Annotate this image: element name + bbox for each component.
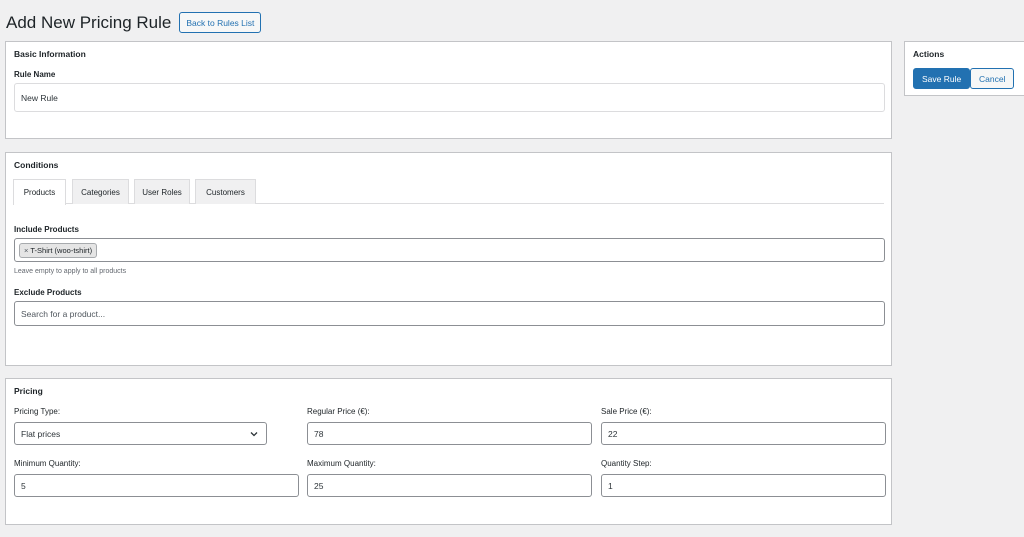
regular-price-input[interactable]: 78	[307, 422, 592, 445]
include-products-field[interactable]: × T-Shirt (woo-tshirt)	[14, 238, 885, 262]
save-rule-button[interactable]: Save Rule	[913, 68, 971, 89]
selected-product-chip[interactable]: × T-Shirt (woo-tshirt)	[19, 242, 98, 258]
rule-name-input[interactable]: New Rule	[14, 83, 885, 112]
cancel-button[interactable]: Cancel	[970, 68, 1015, 89]
exclude-products-input[interactable]: Search for a product...	[14, 301, 885, 326]
page-title: Add New Pricing Rule	[6, 12, 172, 32]
actions-card: Actions Save Rule Cancel	[904, 41, 1024, 96]
tab-customers[interactable]: Customers	[195, 179, 256, 204]
exclude-products-placeholder: Search for a product...	[21, 308, 106, 319]
quantity-step-input[interactable]: 1	[601, 474, 886, 497]
conditions-title: Conditions	[14, 160, 59, 170]
sale-price-input[interactable]: 22	[601, 422, 886, 445]
minimum-quantity-label: Minimum Quantity:	[14, 459, 81, 468]
include-products-hint: Leave empty to apply to all products	[14, 268, 127, 275]
maximum-quantity-label: Maximum Quantity:	[307, 459, 376, 468]
basic-information-card: Basic Information Rule Name New Rule	[5, 41, 892, 139]
pricing-type-select[interactable]: Flat prices	[14, 422, 267, 445]
chevron-down-icon	[250, 432, 258, 437]
minimum-quantity-input[interactable]: 5	[14, 474, 299, 497]
tab-categories[interactable]: Categories	[72, 179, 129, 204]
conditions-card: Conditions Products Categories User Role…	[5, 152, 892, 366]
conditions-tabs: Products Categories User Roles Customers	[13, 179, 884, 205]
pricing-type-label: Pricing Type:	[14, 407, 61, 416]
basic-information-title: Basic Information	[14, 49, 86, 59]
quantity-step-label: Quantity Step:	[601, 459, 652, 468]
regular-price-label: Regular Price (€):	[307, 407, 370, 416]
sale-price-value: 22	[608, 428, 618, 439]
maximum-quantity-input[interactable]: 25	[307, 474, 592, 497]
tab-user-roles[interactable]: User Roles	[134, 179, 190, 204]
rule-name-label: Rule Name	[14, 70, 56, 79]
sale-price-label: Sale Price (€):	[601, 407, 652, 416]
page-header: Add New Pricing Rule Back to Rules List	[6, 12, 262, 33]
maximum-quantity-value: 25	[314, 480, 324, 491]
tab-products[interactable]: Products	[13, 179, 66, 205]
chip-remove-icon[interactable]: ×	[24, 246, 28, 255]
quantity-step-value: 1	[608, 480, 613, 491]
actions-title: Actions	[913, 49, 945, 59]
rule-name-value: New Rule	[21, 92, 58, 103]
exclude-products-label: Exclude Products	[14, 288, 82, 297]
include-products-label: Include Products	[14, 225, 79, 234]
pricing-type-value: Flat prices	[21, 428, 61, 439]
regular-price-value: 78	[314, 428, 324, 439]
pricing-title: Pricing	[14, 386, 43, 396]
minimum-quantity-value: 5	[21, 480, 26, 491]
pricing-card: Pricing Pricing Type: Flat prices Regula…	[5, 378, 892, 525]
chip-label: T-Shirt (woo-tshirt)	[30, 245, 93, 255]
back-to-rules-button[interactable]: Back to Rules List	[179, 12, 262, 33]
